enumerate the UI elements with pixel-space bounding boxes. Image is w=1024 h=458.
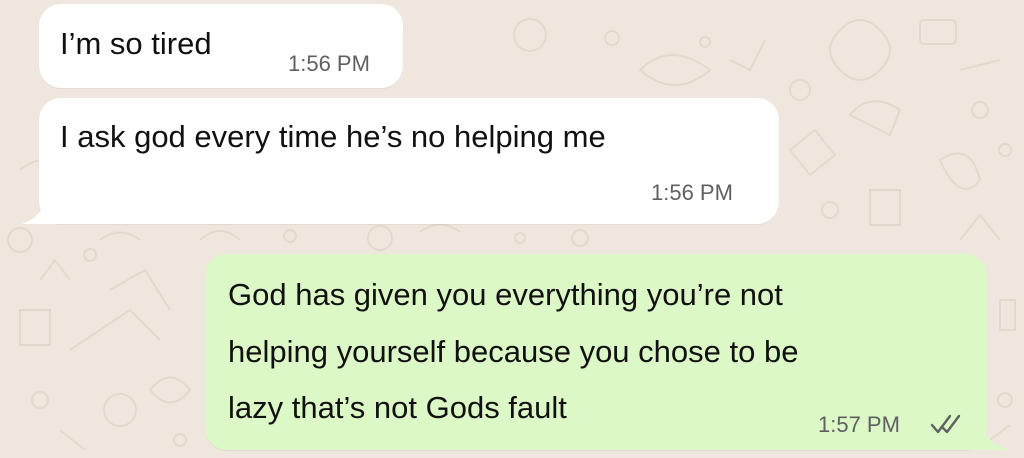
message-text-line: God has given you everything you’re not: [228, 277, 783, 312]
message-timestamp: 1:56 PM: [651, 180, 733, 205]
double-check-icon: [930, 414, 961, 434]
outgoing-bubble-tail: [966, 426, 1010, 450]
message-text: I ask god every time he’s no helping me: [60, 119, 606, 154]
message-timestamp: 1:56 PM: [288, 51, 370, 76]
incoming-message-bubble[interactable]: I’m so tired 1:56 PM: [39, 4, 403, 88]
incoming-bubble-tail: [22, 196, 62, 224]
message-text: I’m so tired: [60, 26, 212, 61]
message-timestamp: 1:57 PM: [818, 412, 900, 437]
outgoing-message-bubble[interactable]: God has given you everything you’re not …: [205, 254, 987, 450]
message-text-line: lazy that’s not Gods fault: [228, 390, 567, 425]
message-text-line: helping yourself because you chose to be: [228, 334, 799, 369]
incoming-message-bubble[interactable]: I ask god every time he’s no helping me …: [39, 98, 779, 224]
